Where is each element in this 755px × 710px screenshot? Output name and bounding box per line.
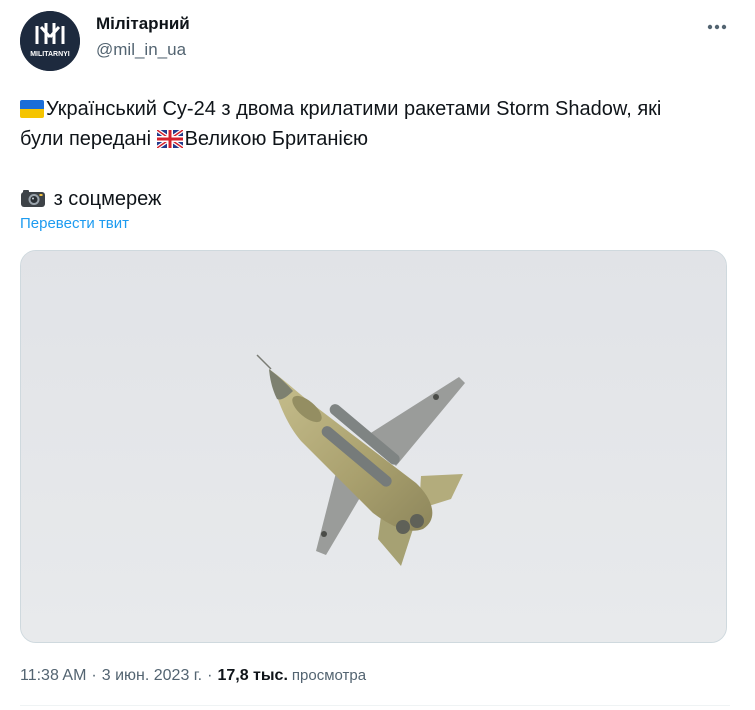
- tweet-line-2-text-a: були передані: [20, 128, 157, 150]
- aircraft-photo: [21, 251, 726, 642]
- flag-ukraine-icon: [20, 100, 44, 118]
- meta-separator-1: ·: [91, 667, 97, 684]
- militarnyi-logo-icon: MILITARNYI: [20, 11, 80, 71]
- tweet-line-3: з соцмереж: [20, 184, 730, 214]
- tweet-line-2-text-b: Великою Британією: [184, 128, 369, 150]
- author-handle[interactable]: @mil_in_ua: [96, 40, 186, 60]
- tweet-date[interactable]: 3 июн. 2023 г.: [102, 667, 202, 684]
- tweet-line-1-text: Український Су-24 з двома крилатими раке…: [46, 98, 662, 120]
- author-name[interactable]: Мілітарний: [96, 14, 190, 34]
- camera-icon: [21, 190, 45, 207]
- avatar[interactable]: MILITARNYI: [20, 11, 80, 71]
- tweet-line-2: були передані Великою Британією: [20, 124, 730, 154]
- views-label: просмотра: [291, 667, 367, 684]
- more-button[interactable]: [704, 14, 730, 40]
- tweet-media-photo[interactable]: [20, 250, 727, 643]
- views-count: 17,8 тыс.: [217, 667, 288, 684]
- tweet-meta: 11:38 AM · 3 июн. 2023 г. · 17,8 тыс. просмот…: [20, 667, 366, 685]
- tweet-line-3-text: з соцмереж: [53, 188, 162, 210]
- tweet-line-1: Український Су-24 з двома крилатими раке…: [20, 94, 730, 124]
- tweet: MILITARNYI Мілітарний @mil_in_ua Українс…: [0, 0, 755, 710]
- tweet-time[interactable]: 11:38 AM: [20, 667, 86, 684]
- more-icon: [707, 24, 727, 30]
- tweet-text: Український Су-24 з двома крилатими раке…: [20, 94, 730, 214]
- flag-uk-icon: [156, 130, 183, 148]
- translate-link[interactable]: Перевести твит: [20, 215, 129, 232]
- meta-separator-2: ·: [207, 667, 213, 684]
- avatar-text: MILITARNYI: [30, 51, 70, 58]
- divider: [20, 705, 730, 706]
